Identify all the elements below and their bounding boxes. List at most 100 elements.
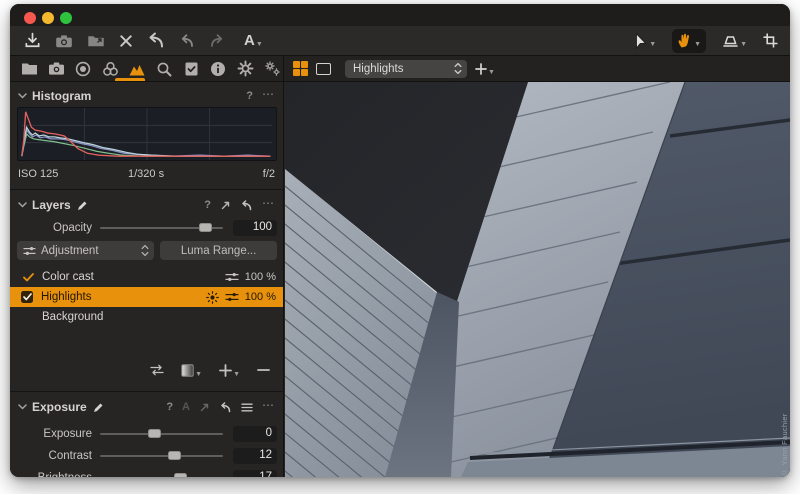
opacity-value[interactable]: 100 xyxy=(233,220,277,236)
undo-button[interactable] xyxy=(147,29,166,53)
screenshot-stage: A▼ ▼ ▼ ▼ xyxy=(0,0,800,494)
expand-icon[interactable] xyxy=(220,200,231,211)
chevron-down-icon: ▼ xyxy=(740,41,747,48)
tab-metadata[interactable] xyxy=(209,60,227,78)
histogram-panel: Histogram ? ⋯ xyxy=(10,82,283,181)
move-adjustments-icon[interactable] xyxy=(150,358,164,382)
capture-one-window: A▼ ▼ ▼ ▼ xyxy=(10,4,790,477)
delete-button[interactable] xyxy=(119,29,133,53)
tab-adjustments[interactable] xyxy=(182,60,200,78)
slider-thumb[interactable] xyxy=(148,429,161,438)
more-icon[interactable]: ⋯ xyxy=(262,87,275,101)
brightness-slider[interactable] xyxy=(100,477,223,478)
histogram-red-curve xyxy=(22,112,270,156)
sliders-icon[interactable] xyxy=(225,272,239,282)
contrast-slider[interactable] xyxy=(100,455,223,457)
contrast-value[interactable]: 12 xyxy=(233,448,277,464)
exif-row: ISO 125 1/320 s f/2 xyxy=(10,166,283,181)
layer-row-highlights[interactable]: Highlights 100 % xyxy=(10,287,283,307)
brightness-value[interactable]: 17 xyxy=(233,470,277,478)
tab-batch[interactable] xyxy=(263,60,281,78)
layer-row-background[interactable]: Background xyxy=(10,307,283,327)
check-icon[interactable] xyxy=(23,273,34,282)
add-layer-button[interactable]: ▼ xyxy=(219,358,240,382)
slider-thumb[interactable] xyxy=(174,473,187,478)
mask-gradient-button[interactable]: ▼ xyxy=(181,358,202,382)
minimize-window-button[interactable] xyxy=(42,12,54,24)
tab-library[interactable] xyxy=(20,60,38,78)
remove-layer-button[interactable] xyxy=(257,358,270,382)
chevron-down-icon xyxy=(18,93,27,99)
reset-icon[interactable] xyxy=(219,402,232,413)
slider-label: Exposure xyxy=(10,428,100,440)
layer-row-color-cast[interactable]: Color cast 100 % xyxy=(10,267,283,287)
active-tab-underline xyxy=(115,78,145,81)
opacity-label: Opacity xyxy=(10,222,100,234)
opacity-slider[interactable] xyxy=(100,227,223,229)
sliders-icon xyxy=(23,246,36,256)
adjustment-selector[interactable]: Adjustment xyxy=(17,241,154,260)
expand-icon[interactable] xyxy=(199,402,210,413)
help-icon[interactable]: ? xyxy=(246,90,253,102)
layer-opacity: 100 % xyxy=(245,291,276,303)
undo-small-button[interactable] xyxy=(180,29,195,53)
zoom-window-button[interactable] xyxy=(60,12,72,24)
pointer-tool-button[interactable]: ▼ xyxy=(633,29,656,53)
sliders-icon[interactable] xyxy=(225,292,239,302)
exposure-header[interactable]: Exposure ? A ⋯ xyxy=(10,397,283,417)
stacked-chevrons-icon xyxy=(141,244,149,257)
import-button[interactable] xyxy=(24,29,41,53)
contrast-slider-row: Contrast 12 xyxy=(10,445,283,466)
chevron-down-icon: ▼ xyxy=(195,371,202,378)
tab-details[interactable] xyxy=(155,60,173,78)
tab-lens[interactable] xyxy=(74,60,92,78)
presets-menu-icon[interactable] xyxy=(241,403,253,412)
redo-small-button[interactable] xyxy=(209,29,224,53)
layer-checkbox[interactable] xyxy=(21,291,33,303)
sun-icon[interactable] xyxy=(206,291,219,304)
exposure-slider[interactable] xyxy=(100,433,223,435)
viewer-toolbar: Highlights ▼ xyxy=(284,56,790,81)
adjustment-selector-value: Adjustment xyxy=(41,245,141,257)
chevron-down-icon: ▼ xyxy=(649,41,656,48)
single-view-button[interactable] xyxy=(316,63,331,75)
tool-tab-bar xyxy=(10,56,284,81)
add-proof-button[interactable]: ▼ xyxy=(475,57,495,81)
help-icon[interactable]: ? xyxy=(204,199,211,211)
tab-capture[interactable] xyxy=(47,60,65,78)
auto-adjust-icon[interactable]: A xyxy=(182,401,190,413)
styles-letter: A xyxy=(244,32,255,49)
more-icon[interactable]: ⋯ xyxy=(262,398,275,412)
capture-button[interactable] xyxy=(55,29,73,53)
opacity-slider-thumb[interactable] xyxy=(199,223,212,232)
stamp-tool-button[interactable]: ▼ xyxy=(722,29,747,53)
toolbar-left-group: A▼ xyxy=(10,29,263,53)
pan-tool-button[interactable]: ▼ xyxy=(672,29,706,53)
chevron-down-icon: ▼ xyxy=(694,41,701,48)
chevron-down-icon xyxy=(18,202,27,208)
more-icon[interactable]: ⋯ xyxy=(262,196,275,210)
titlebar[interactable] xyxy=(10,4,790,26)
slider-thumb[interactable] xyxy=(168,451,181,460)
image-viewer[interactable] xyxy=(285,82,790,477)
help-icon[interactable]: ? xyxy=(166,401,173,413)
toolbar-cursor-group: ▼ ▼ ▼ xyxy=(633,29,790,53)
grid-view-button[interactable] xyxy=(293,61,308,76)
proof-selector[interactable]: Highlights xyxy=(345,60,467,78)
tab-output[interactable] xyxy=(236,60,254,78)
tab-exposure[interactable] xyxy=(128,60,146,78)
chevron-down-icon: ▼ xyxy=(488,69,495,76)
export-button[interactable] xyxy=(87,29,105,53)
styles-button[interactable]: A▼ xyxy=(244,29,263,53)
close-window-button[interactable] xyxy=(24,12,36,24)
brush-icon[interactable] xyxy=(77,200,88,211)
brush-icon[interactable] xyxy=(93,402,104,413)
histogram-header[interactable]: Histogram ? ⋯ xyxy=(10,86,283,106)
tab-color[interactable] xyxy=(101,60,119,78)
exposure-value[interactable]: 0 xyxy=(233,426,277,442)
layers-header[interactable]: Layers ? ⋯ xyxy=(10,195,283,215)
luma-range-button[interactable]: Luma Range... xyxy=(160,241,277,260)
proof-selector-value: Highlights xyxy=(353,63,454,75)
crop-tool-button[interactable] xyxy=(763,29,778,53)
reset-icon[interactable] xyxy=(240,200,253,211)
